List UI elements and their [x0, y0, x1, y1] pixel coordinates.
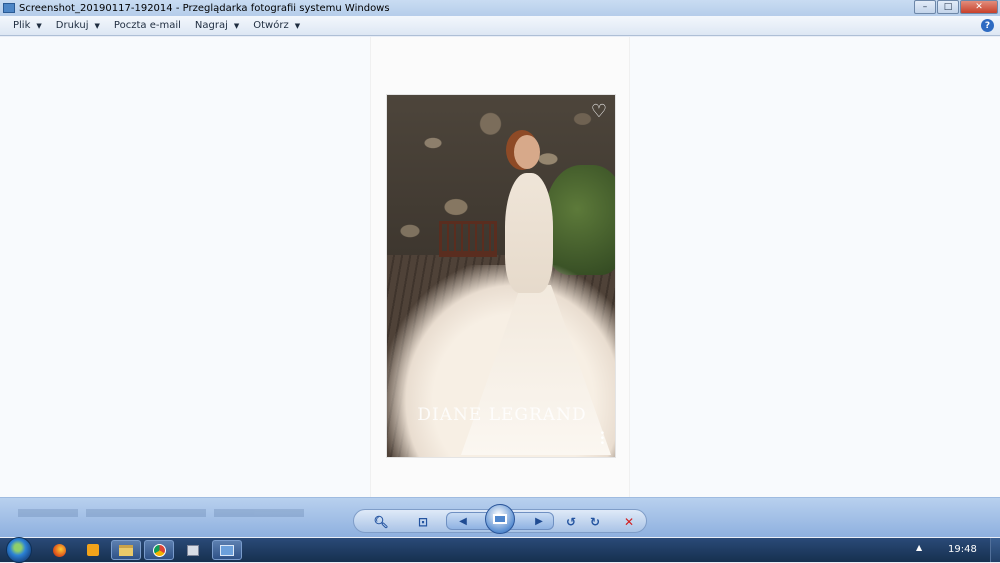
help-icon[interactable]: ?	[981, 19, 994, 32]
zoom-icon[interactable]: 🔍︎	[372, 513, 390, 531]
close-button[interactable]: ✕	[960, 0, 998, 14]
menu-plik[interactable]: Plik ▼	[6, 17, 49, 35]
window-controls: – □ ✕	[913, 0, 998, 15]
next-icon[interactable]: ▶	[527, 513, 551, 529]
dropdown-arrow-icon: ▼	[94, 21, 100, 30]
fit-window-icon[interactable]: ⊡	[414, 513, 432, 531]
previous-icon[interactable]: ◀	[451, 513, 475, 529]
show-desktop-button[interactable]	[990, 538, 1000, 562]
brand-watermark: DIANE LEGRAND	[417, 405, 587, 425]
dress-bodice	[505, 173, 553, 293]
menu-drukuj[interactable]: Drukuj ▼	[49, 17, 107, 35]
dropdown-arrow-icon: ▼	[36, 21, 42, 30]
shrub	[545, 165, 615, 275]
rotate-left-icon[interactable]: ↺	[562, 513, 580, 531]
faded-background-info	[18, 503, 328, 533]
tray-expand-icon[interactable]: ▲	[916, 543, 922, 552]
model-head	[514, 135, 540, 169]
slideshow-icon[interactable]	[485, 504, 515, 534]
file-explorer-icon[interactable]	[111, 540, 141, 560]
vertical-dots-icon[interactable]: • • •	[600, 430, 605, 449]
wedding-dress-photo: ♡ DIANE LEGRAND • • •	[386, 94, 616, 458]
menu-bar: Plik ▼ Drukuj ▼ Poczta e-mail Nagraj ▼ Otwó…	[0, 16, 1000, 36]
photo-viewer-icon[interactable]	[212, 540, 242, 560]
maximize-button[interactable]: □	[937, 0, 959, 14]
image-viewer-area[interactable]: ♡ DIANE LEGRAND • • •	[0, 37, 1000, 497]
screenshot-page: ♡ DIANE LEGRAND • • •	[370, 37, 630, 497]
chrome-icon[interactable]	[144, 540, 174, 560]
menu-nagraj[interactable]: Nagraj ▼	[188, 17, 246, 35]
menu-otworz[interactable]: Otwórz ▼	[246, 17, 307, 35]
rotate-right-icon[interactable]: ↻	[586, 513, 604, 531]
bench	[439, 221, 497, 257]
menu-poczta-email[interactable]: Poczta e-mail	[107, 17, 188, 35]
delete-icon[interactable]: ✕	[620, 513, 638, 531]
viewer-toolbar: 🔍︎ ⊡ ◀ ▶ ↺ ↻ ✕	[0, 497, 1000, 537]
photo-content: ♡ DIANE LEGRAND • • •	[387, 95, 615, 457]
heart-outline-icon[interactable]: ♡	[591, 103, 607, 121]
printer-icon[interactable]	[178, 540, 208, 560]
dropdown-arrow-icon: ▼	[233, 21, 240, 30]
dropdown-arrow-icon: ▼	[294, 21, 301, 30]
firefox-icon[interactable]	[44, 540, 74, 560]
start-button[interactable]	[6, 537, 32, 563]
window-title: Screenshot_20190117-192014 - Przeglądark…	[19, 2, 390, 14]
taskbar: ▲ 19:48	[0, 537, 1000, 563]
media-player-icon[interactable]	[78, 540, 108, 560]
photo-viewer-app-icon	[3, 3, 15, 13]
playback-controls: 🔍︎ ⊡ ◀ ▶ ↺ ↻ ✕	[353, 504, 647, 534]
clock[interactable]: 19:48	[948, 544, 977, 555]
title-bar: Screenshot_20190117-192014 - Przeglądark…	[0, 0, 1000, 16]
minimize-button[interactable]: –	[914, 0, 936, 14]
